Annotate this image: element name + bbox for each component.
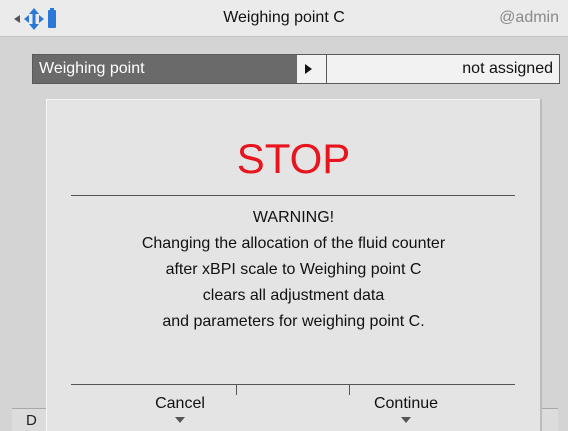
down-arrow-icon — [401, 417, 411, 423]
footer-left-text: D — [26, 412, 37, 429]
continue-label: Continue — [373, 395, 439, 412]
dialog-title: STOP — [236, 135, 351, 182]
chevron-right-icon[interactable] — [297, 55, 327, 83]
title-divider — [71, 195, 515, 196]
warning-line: Changing the allocation of the fluid cou… — [141, 235, 446, 252]
user-label: @admin — [499, 9, 559, 26]
warning-line: and parameters for weighing point C. — [162, 313, 425, 330]
continue-button[interactable]: Continue — [321, 393, 491, 429]
cancel-label: Cancel — [155, 395, 205, 412]
cancel-button[interactable]: Cancel — [95, 393, 265, 429]
down-arrow-icon — [175, 417, 185, 423]
warning-dialog: STOP WARNING! Changing the allocation of… — [46, 99, 540, 431]
buttons-divider — [71, 384, 515, 385]
warning-line: after xBPI scale to Weighing point C — [165, 261, 422, 278]
header-bar: Weighing point C @admin — [0, 0, 568, 37]
warning-heading: WARNING! — [252, 209, 335, 226]
weighing-point-row[interactable]: Weighing point not assigned — [32, 54, 560, 84]
weighing-point-value: not assigned — [327, 55, 559, 83]
warning-line: clears all adjustment data — [202, 287, 385, 304]
weighing-point-label: Weighing point — [33, 55, 297, 83]
page-title: Weighing point C — [223, 9, 345, 26]
